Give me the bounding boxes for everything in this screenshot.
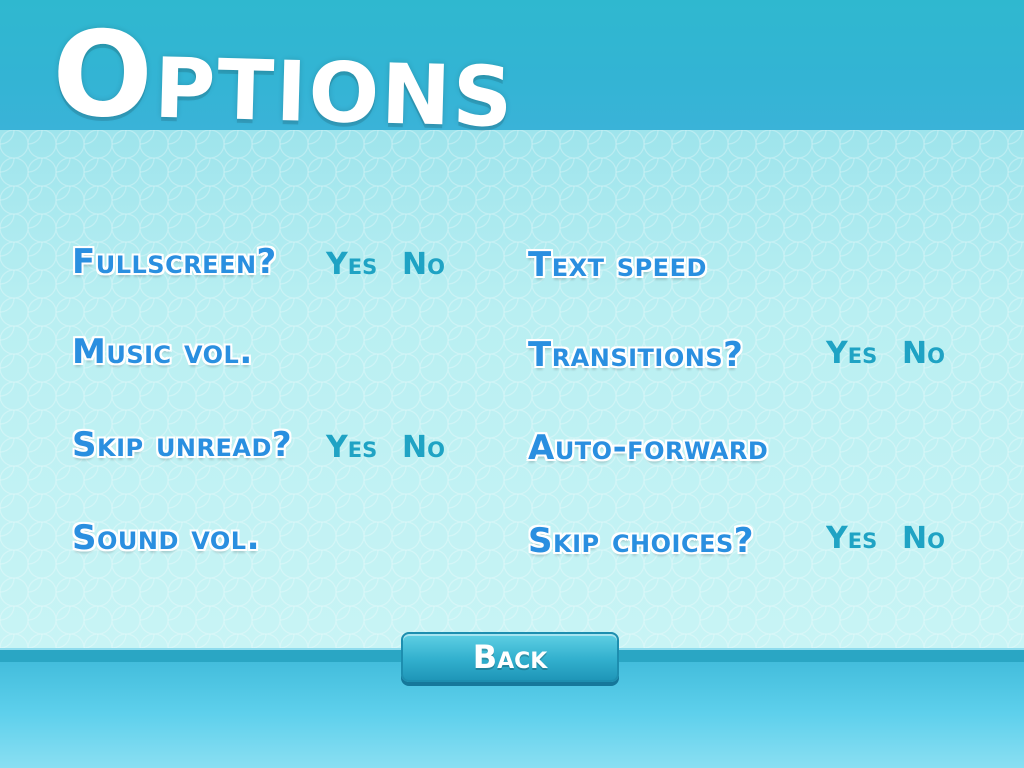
auto-forward-label: Auto-forward: [528, 428, 769, 468]
back-button[interactable]: Back: [401, 632, 619, 682]
music-volume-label: Music vol.: [72, 332, 253, 372]
options-panel: [0, 130, 1024, 648]
transitions-label: Transitions?: [528, 335, 744, 375]
fullscreen-no-button[interactable]: No: [402, 250, 445, 280]
skip-choices-no-button[interactable]: No: [902, 524, 945, 554]
sound-volume-label: Sound vol.: [72, 518, 260, 558]
skip-choices-label: Skip choices?: [528, 521, 754, 561]
fullscreen-label: Fullscreen?: [72, 242, 277, 282]
back-button-label: Back: [472, 638, 548, 676]
skip-unread-yes-button[interactable]: Yes: [326, 433, 377, 463]
page-title: Options: [50, 4, 517, 155]
transitions-no-button[interactable]: No: [902, 339, 945, 369]
text-speed-label: Text speed: [528, 245, 707, 285]
skip-unread-no-button[interactable]: No: [402, 433, 445, 463]
transitions-yes-button[interactable]: Yes: [826, 339, 877, 369]
skip-unread-label: Skip unread?: [72, 425, 293, 465]
skip-choices-yes-button[interactable]: Yes: [826, 524, 877, 554]
fullscreen-yes-button[interactable]: Yes: [326, 250, 377, 280]
